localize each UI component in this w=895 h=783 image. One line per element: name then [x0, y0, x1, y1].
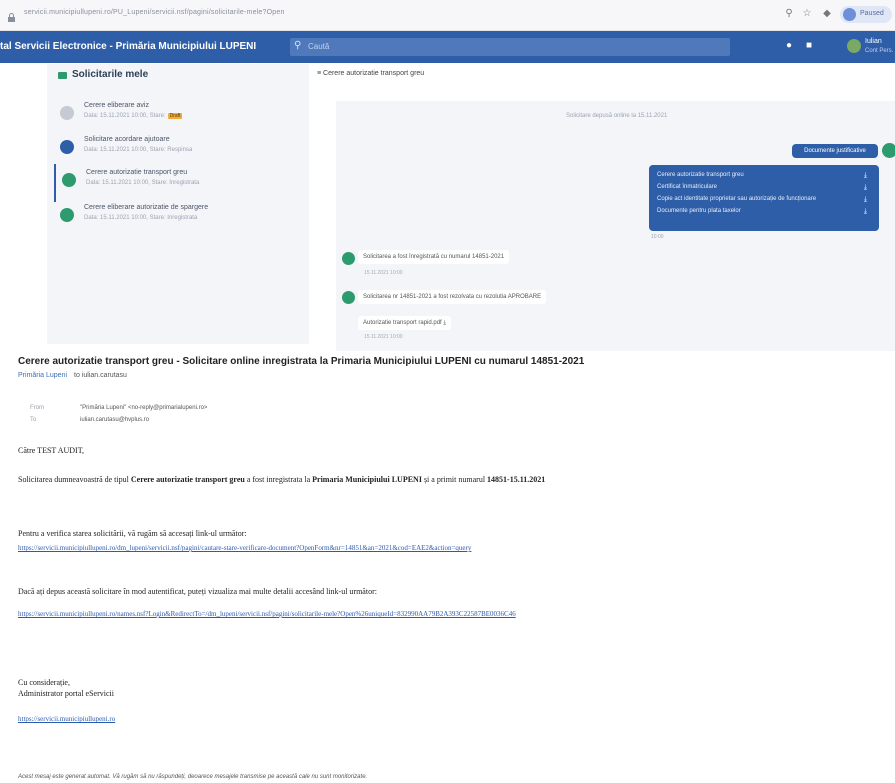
address-bar[interactable]: servicii.municipiullupeni.ro/PU_Lupeni/s…: [24, 9, 285, 16]
status-dot-icon: [60, 208, 74, 222]
email-subject: Cerere autorizatie transport greu - Soli…: [18, 356, 585, 367]
email-greeting: Către TEST AUDIT,: [18, 446, 84, 455]
email-sender[interactable]: Primăria Lupeni: [18, 372, 67, 379]
status-dot-icon: [60, 106, 74, 120]
email-paragraph: Solicitarea dumneavoastră de tipul Cerer…: [18, 475, 546, 484]
message-time: 15.11.2021 10:00: [364, 270, 403, 276]
lock-icon: [8, 9, 15, 22]
document-link[interactable]: Certificat înmatriculare ⤓: [657, 184, 873, 192]
download-icon[interactable]: ⤓: [443, 320, 446, 326]
email-paragraph: Dacă ați depus această solicitare în mod…: [18, 587, 377, 596]
request-meta: Data: 15.11.2021 10:00, Stare: Inregistr…: [84, 215, 198, 221]
status-badge: Draft: [167, 113, 183, 119]
message-bubble: Solicitarea nr 14851-2021 a fost rezolva…: [358, 290, 547, 304]
conversation-title: ≡ Cerere autorizatie transport greu: [317, 70, 425, 77]
user-menu[interactable]: Iulian Cont Pers.: [847, 35, 895, 59]
system-avatar-icon: [342, 291, 355, 304]
user-avatar-icon: [882, 143, 895, 158]
message-time: 15.11.2021 10:00: [364, 334, 403, 340]
message-bubble: Solicitarea a fost înregistrată cu numar…: [358, 250, 510, 264]
documents-box: Cerere autorizatie transport greu ⤓ Certi…: [649, 165, 879, 231]
request-meta: Data: 15.11.2021 10:00, Stare: Respinsa: [84, 147, 193, 153]
search-input[interactable]: ⚲ Caută: [290, 38, 730, 56]
system-avatar-icon: [342, 252, 355, 265]
portal-link[interactable]: https://servicii.municipiullupeni.ro: [18, 715, 115, 723]
download-icon[interactable]: ⤓: [864, 184, 867, 192]
email-signature: Administrator portal eServicii: [18, 689, 114, 698]
requests-title: Solicitarile mele: [72, 69, 149, 80]
document-link[interactable]: Cerere autorizatie transport greu ⤓: [657, 172, 873, 180]
verify-link[interactable]: https://servicii.municipiullupeni.ro/dm_…: [18, 544, 895, 552]
download-icon[interactable]: ⤓: [864, 208, 867, 216]
request-title: Solicitare acordare ajutoare: [84, 136, 170, 143]
request-title: Cerere eliberare autorizatie de spargere: [84, 204, 209, 211]
document-link[interactable]: Copie act identitate proprietar sau auto…: [657, 196, 873, 204]
request-title: Cerere eliberare aviz: [84, 102, 149, 109]
email-paragraph: Pentru a verifica starea solicitării, vă…: [18, 529, 247, 538]
document-link[interactable]: Documente pentru plata taxelor ⤓: [657, 208, 873, 216]
profile-button[interactable]: Paused: [840, 6, 892, 23]
conversation-date: Solicitare depusă online la 15.11.2021: [566, 113, 668, 119]
from-label: From: [30, 405, 44, 411]
star-icon[interactable]: ☆: [801, 8, 813, 20]
request-meta: Data: 15.11.2021 10:00, Stare: Draft: [84, 113, 183, 119]
user-avatar: [847, 39, 861, 53]
email-footer: Acest mesaj este generat automat. Vă rug…: [18, 774, 368, 780]
download-icon[interactable]: ⤓: [864, 172, 867, 180]
app-header: tal Servicii Electronice - Primăria Muni…: [0, 31, 895, 63]
folder-icon: [58, 72, 67, 79]
search-placeholder: Caută: [308, 42, 330, 51]
details-link[interactable]: https://servicii.municipiullupeni.ro/nam…: [18, 610, 895, 618]
to-label: To: [30, 417, 37, 423]
grid-icon[interactable]: ■: [806, 40, 812, 51]
bell-icon[interactable]: ●: [786, 40, 792, 51]
request-item-selected[interactable]: Cerere autorizatie transport greu Data: …: [54, 164, 311, 202]
browser-toolbar: servicii.municipiullupeni.ro/PU_Lupeni/s…: [0, 0, 895, 31]
from-value: "Primăria Lupeni" <no-reply@primarialupe…: [80, 405, 208, 411]
to-value: iulian.carutasu@hvplus.ro: [80, 417, 150, 423]
request-title: Cerere autorizatie transport greu: [86, 169, 188, 176]
request-item[interactable]: Cerere eliberare autorizatie de spargere…: [54, 199, 309, 237]
request-meta: Data: 15.11.2021 10:00, Stare: Inregistr…: [86, 180, 200, 186]
extensions-icon[interactable]: ◆: [821, 8, 833, 20]
download-icon[interactable]: ⤓: [864, 196, 867, 204]
status-dot-icon: [62, 173, 76, 187]
documents-pill[interactable]: Documente justificative: [792, 144, 878, 158]
message-time: 10:00: [651, 234, 664, 240]
email-recipient-short: to iulian.carutasu: [74, 372, 127, 379]
user-role: Cont Pers.: [865, 48, 894, 54]
attachment-bubble[interactable]: Autorizatie transport rapid.pdf ⤓: [358, 316, 452, 330]
request-item[interactable]: Cerere eliberare aviz Data: 15.11.2021 1…: [54, 97, 309, 135]
user-name: Iulian: [865, 38, 882, 45]
avatar: [843, 8, 856, 21]
profile-label: Paused: [860, 10, 884, 17]
email-closing: Cu considerație,: [18, 678, 70, 687]
search-icon: ⚲: [294, 40, 302, 51]
status-dot-icon: [60, 140, 74, 154]
zoom-icon[interactable]: ⚲: [783, 8, 795, 20]
page-title: tal Servicii Electronice - Primăria Muni…: [0, 41, 257, 52]
